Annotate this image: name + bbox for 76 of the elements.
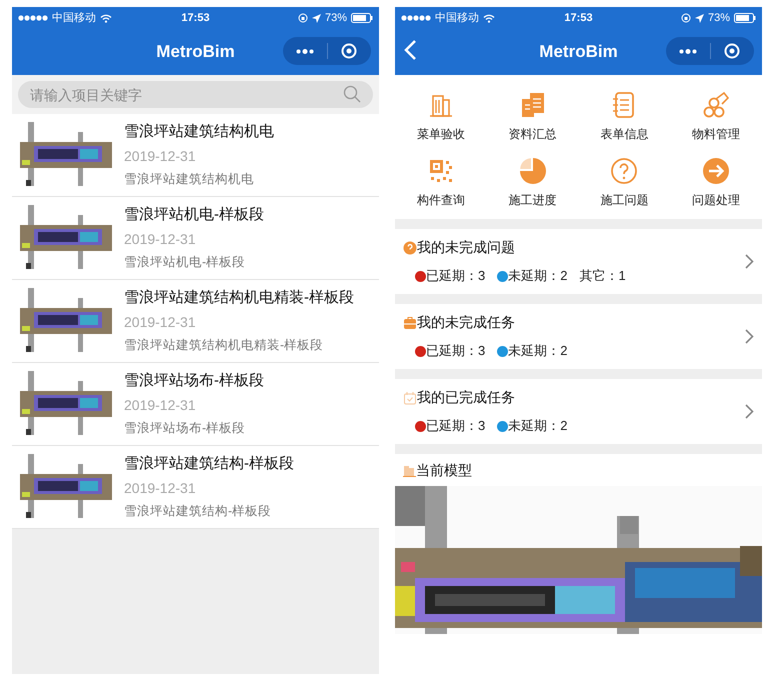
project-item[interactable]: 雪浪坪站建筑结构-样板段 2019-12-31 雪浪坪站建筑结构-样板段 bbox=[12, 446, 379, 529]
app-title: MetroBim bbox=[156, 41, 235, 64]
project-item[interactable]: 雪浪坪站建筑结构机电精装-样板段 2019-12-31 雪浪坪站建筑结构机电精装-样板段 bbox=[12, 280, 379, 363]
project-subtitle: 雪浪坪站建筑结构-样板段 bbox=[124, 503, 272, 520]
location-icon bbox=[312, 14, 321, 22]
project-date: 2019-12-31 bbox=[124, 396, 197, 416]
summary-card[interactable]: 我的未完成任务 已延期：3 未延期：2 bbox=[395, 304, 762, 369]
app-title: MetroBim bbox=[539, 41, 618, 64]
project-item[interactable]: 雪浪坪站场布-样板段 2019-12-31 雪浪坪站场布-样板段 bbox=[12, 363, 379, 446]
more-icon bbox=[296, 48, 314, 54]
briefcase-icon bbox=[403, 316, 417, 330]
project-subtitle: 雪浪坪站建筑结构机电 bbox=[124, 171, 255, 188]
stat-label: 已延期：3 bbox=[426, 267, 486, 286]
pipes-icon bbox=[702, 91, 730, 119]
menu-item[interactable]: 资料汇总 bbox=[486, 91, 578, 143]
menu-item[interactable]: 物料管理 bbox=[670, 91, 762, 143]
wifi-icon bbox=[100, 14, 112, 22]
menu-item[interactable]: 施工问题 bbox=[578, 157, 670, 209]
project-subtitle: 雪浪坪站建筑结构机电精装-样板段 bbox=[124, 337, 324, 354]
menu-item[interactable]: 表单信息 bbox=[578, 91, 670, 143]
project-title: 雪浪坪站建筑结构机电精装-样板段 bbox=[124, 288, 354, 308]
back-chevron-icon bbox=[403, 39, 417, 61]
project-date: 2019-12-31 bbox=[124, 230, 197, 250]
search-icon bbox=[343, 85, 361, 103]
battery-percent: 73% bbox=[708, 10, 730, 26]
chevron-right-icon bbox=[745, 254, 754, 269]
more-icon bbox=[678, 48, 697, 54]
project-item[interactable]: 雪浪坪站建筑结构机电 2019-12-31 雪浪坪站建筑结构机电 bbox=[12, 114, 379, 197]
battery-percent: 73% bbox=[324, 10, 347, 26]
signal-icon bbox=[401, 15, 431, 21]
card-title: 我的未完成问题 bbox=[417, 238, 515, 258]
chevron-right-icon bbox=[745, 329, 754, 344]
menu-item[interactable]: 构件查询 bbox=[395, 157, 487, 209]
calendar-icon bbox=[403, 390, 417, 405]
search-field[interactable]: 请输入项目关键字 bbox=[18, 81, 373, 108]
pie-chart-icon bbox=[518, 157, 547, 185]
stat-label: 未延期：2 bbox=[508, 267, 568, 286]
status-time: 17:53 bbox=[564, 10, 593, 26]
project-title: 雪浪坪站建筑结构机电 bbox=[124, 122, 274, 142]
card-title: 我的未完成任务 bbox=[417, 313, 515, 332]
stat-label: 未延期：2 bbox=[508, 417, 568, 436]
model-section-title: 当前模型 bbox=[416, 460, 472, 480]
summary-card[interactable]: 我的已完成任务 已延期：3 未延期：2 bbox=[395, 379, 762, 444]
question-icon bbox=[610, 157, 638, 185]
project-item[interactable]: 雪浪坪站机电-样板段 2019-12-31 雪浪坪站机电-样板段 bbox=[12, 197, 379, 280]
battery-icon bbox=[350, 13, 373, 23]
target-icon bbox=[724, 43, 740, 59]
target-icon bbox=[341, 43, 358, 59]
project-subtitle: 雪浪坪站机电-样板段 bbox=[124, 254, 246, 272]
project-title: 雪浪坪站场布-样板段 bbox=[124, 370, 264, 391]
stat-label: 未延期：2 bbox=[508, 342, 568, 360]
menu-item[interactable]: 菜单验收 bbox=[395, 91, 487, 143]
card-title: 我的已完成任务 bbox=[417, 388, 515, 408]
project-subtitle: 雪浪坪站场布-样板段 bbox=[124, 420, 246, 438]
summary-card[interactable]: 我的未完成问题 已延期：3 未延期：2 其它：1 bbox=[395, 229, 762, 294]
carrier-name: 中国移动 bbox=[52, 10, 96, 26]
carrier-name: 中国移动 bbox=[435, 10, 479, 26]
stat-label: 已延期：3 bbox=[426, 417, 486, 436]
stat-label: 其它：1 bbox=[579, 267, 626, 286]
status-time: 17:53 bbox=[181, 10, 210, 26]
location-icon bbox=[694, 14, 704, 22]
project-date: 2019-12-31 bbox=[124, 313, 197, 332]
battery-icon bbox=[734, 13, 756, 23]
arrow-right-icon bbox=[702, 157, 730, 185]
project-date: 2019-12-31 bbox=[124, 479, 197, 498]
menu-item[interactable]: 施工进度 bbox=[486, 157, 578, 209]
wifi-icon bbox=[483, 14, 495, 22]
stat-label: 已延期：3 bbox=[426, 342, 486, 360]
project-title: 雪浪坪站机电-样板段 bbox=[124, 204, 264, 225]
back-button[interactable] bbox=[403, 39, 417, 61]
signal-icon bbox=[18, 15, 48, 21]
question-icon bbox=[403, 240, 417, 255]
menu-item[interactable]: 问题处理 bbox=[670, 157, 762, 209]
project-title: 雪浪坪站建筑结构-样板段 bbox=[124, 454, 294, 474]
project-date: 2019-12-31 bbox=[124, 147, 197, 166]
chevron-right-icon bbox=[745, 404, 754, 419]
